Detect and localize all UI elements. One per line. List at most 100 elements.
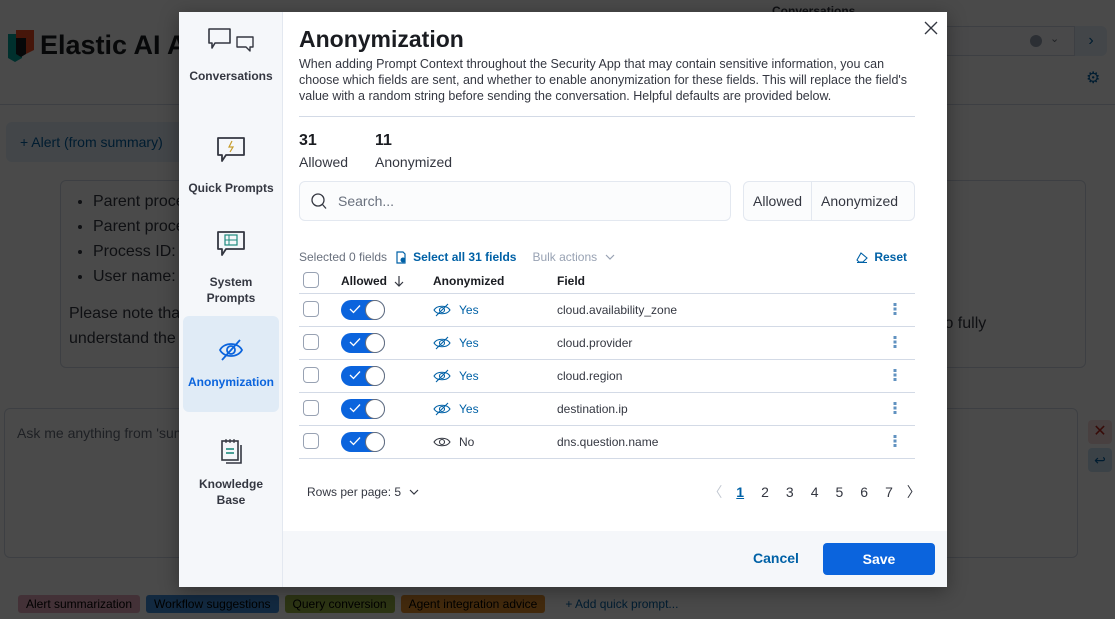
filter-group: Allowed Anonymized (743, 181, 915, 221)
divider (299, 116, 915, 117)
table-header: Allowed Anonymized Field (299, 269, 915, 294)
sidebar-label: Base (216, 493, 246, 507)
anonymized-label: Anonymized (375, 154, 453, 170)
anonymized-toggle[interactable]: No (433, 435, 557, 449)
field-name: destination.ip (557, 402, 628, 416)
row-actions-icon[interactable] (893, 434, 897, 447)
table-toolbar: Selected 0 fields Select all 31 fields B… (299, 249, 915, 265)
eye-closed-icon (433, 402, 451, 416)
page-button[interactable]: 5 (827, 484, 852, 500)
anonymized-toggle[interactable]: Yes (433, 402, 557, 416)
column-allowed-label: Allowed (341, 274, 388, 288)
sidebar-item-knowledge-base[interactable]: Knowledge Base (183, 438, 279, 518)
rows-per-page-button[interactable]: Rows per page: 5 (307, 485, 419, 499)
anonymized-stat: 11 Anonymized (375, 132, 452, 170)
sort-down-icon (394, 276, 404, 287)
modal-footer: Cancel Save (283, 531, 947, 587)
settings-sidebar: Conversations Quick Prompts System Promp… (179, 12, 283, 587)
field-name: cloud.provider (557, 336, 633, 350)
panel-description: When adding Prompt Context throughout th… (299, 57, 908, 103)
conversations-icon (208, 28, 254, 52)
table-row: Yes cloud.availability_zone (299, 294, 915, 327)
filter-anonymized-button[interactable]: Anonymized (811, 182, 907, 220)
anonymized-value: No (459, 435, 475, 449)
table-row: Yes cloud.provider (299, 327, 915, 360)
close-icon[interactable] (923, 20, 939, 36)
page-button[interactable]: 3 (777, 484, 802, 500)
save-button[interactable]: Save (823, 543, 935, 575)
search-field[interactable] (299, 181, 731, 221)
search-input[interactable] (338, 193, 718, 209)
sidebar-item-quick-prompts[interactable]: Quick Prompts (183, 134, 279, 200)
panel-title: Anonymization (299, 26, 464, 52)
settings-modal: Conversations Quick Prompts System Promp… (179, 12, 947, 587)
sidebar-label: Prompts (206, 291, 256, 305)
column-field[interactable]: Field (557, 274, 875, 288)
row-actions-icon[interactable] (893, 302, 897, 315)
row-checkbox[interactable] (303, 399, 319, 416)
check-icon (349, 437, 361, 446)
sidebar-item-system-prompts[interactable]: System Prompts (183, 228, 279, 308)
allowed-toggle[interactable] (341, 300, 385, 320)
allowed-toggle[interactable] (341, 399, 385, 419)
allowed-count: 31 (299, 132, 317, 149)
allowed-toggle[interactable] (341, 432, 385, 452)
select-all-checkbox[interactable] (303, 271, 319, 288)
sidebar-item-anonymization[interactable]: Anonymization (183, 316, 279, 412)
allowed-label: Allowed (299, 154, 349, 170)
cancel-button[interactable]: Cancel (753, 550, 799, 566)
row-checkbox[interactable] (303, 432, 319, 449)
column-anonymized[interactable]: Anonymized (433, 274, 557, 288)
field-name: cloud.availability_zone (557, 303, 678, 317)
eye-closed-icon (433, 303, 451, 317)
select-all-button[interactable]: Select all 31 fields (395, 250, 516, 264)
chevron-down-icon (605, 254, 615, 260)
check-icon (349, 371, 361, 380)
page-button[interactable]: 6 (852, 484, 877, 500)
allowed-toggle[interactable] (341, 366, 385, 386)
eraser-icon (856, 251, 869, 263)
row-checkbox[interactable] (303, 333, 319, 350)
filter-allowed-button[interactable]: Allowed (744, 182, 811, 220)
page-button[interactable]: 4 (802, 484, 827, 500)
row-actions-icon[interactable] (893, 368, 897, 381)
select-all-label: Select all 31 fields (413, 250, 517, 264)
page-button[interactable]: 1 (728, 484, 753, 500)
reset-label: Reset (874, 250, 907, 264)
reset-button[interactable]: Reset (856, 250, 907, 264)
table-row: Yes destination.ip (299, 393, 915, 426)
row-checkbox[interactable] (303, 366, 319, 383)
search-icon (311, 193, 327, 209)
anonymized-toggle[interactable]: Yes (433, 336, 557, 350)
row-checkbox[interactable] (303, 300, 319, 317)
row-actions-icon[interactable] (893, 335, 897, 348)
anonymized-toggle[interactable]: Yes (433, 369, 557, 383)
page-button[interactable]: 7 (877, 484, 902, 500)
sidebar-label: System (209, 275, 253, 289)
row-actions-icon[interactable] (893, 401, 897, 414)
previous-page-icon[interactable]: 〈 (703, 482, 728, 502)
anonymized-value: Yes (459, 336, 479, 350)
sidebar-item-conversations[interactable]: Conversations (183, 26, 279, 96)
system-prompts-icon (217, 231, 245, 256)
anonymized-value: Yes (459, 303, 479, 317)
next-page-icon[interactable]: 〉 (901, 482, 926, 502)
selected-count: Selected 0 fields (299, 250, 388, 264)
sidebar-label: Conversations (189, 69, 273, 83)
fields-table: Allowed Anonymized Field Yes cloud.avail… (299, 269, 915, 459)
field-name: dns.question.name (557, 435, 659, 449)
anonymized-value: Yes (459, 369, 479, 383)
check-icon (349, 305, 361, 314)
column-allowed[interactable]: Allowed (341, 274, 433, 288)
page-button[interactable]: 2 (753, 484, 778, 500)
check-icon (349, 404, 361, 413)
knowledge-base-icon (221, 439, 242, 464)
bulk-actions-label: Bulk actions (532, 250, 598, 264)
sidebar-label: Quick Prompts (188, 181, 274, 195)
check-icon (349, 338, 361, 347)
sidebar-label: Knowledge (198, 477, 263, 491)
allowed-toggle[interactable] (341, 333, 385, 353)
anonymized-toggle[interactable]: Yes (433, 303, 557, 317)
rows-per-page-label: Rows per page: 5 (307, 485, 402, 499)
bulk-actions-button[interactable]: Bulk actions (532, 250, 615, 264)
